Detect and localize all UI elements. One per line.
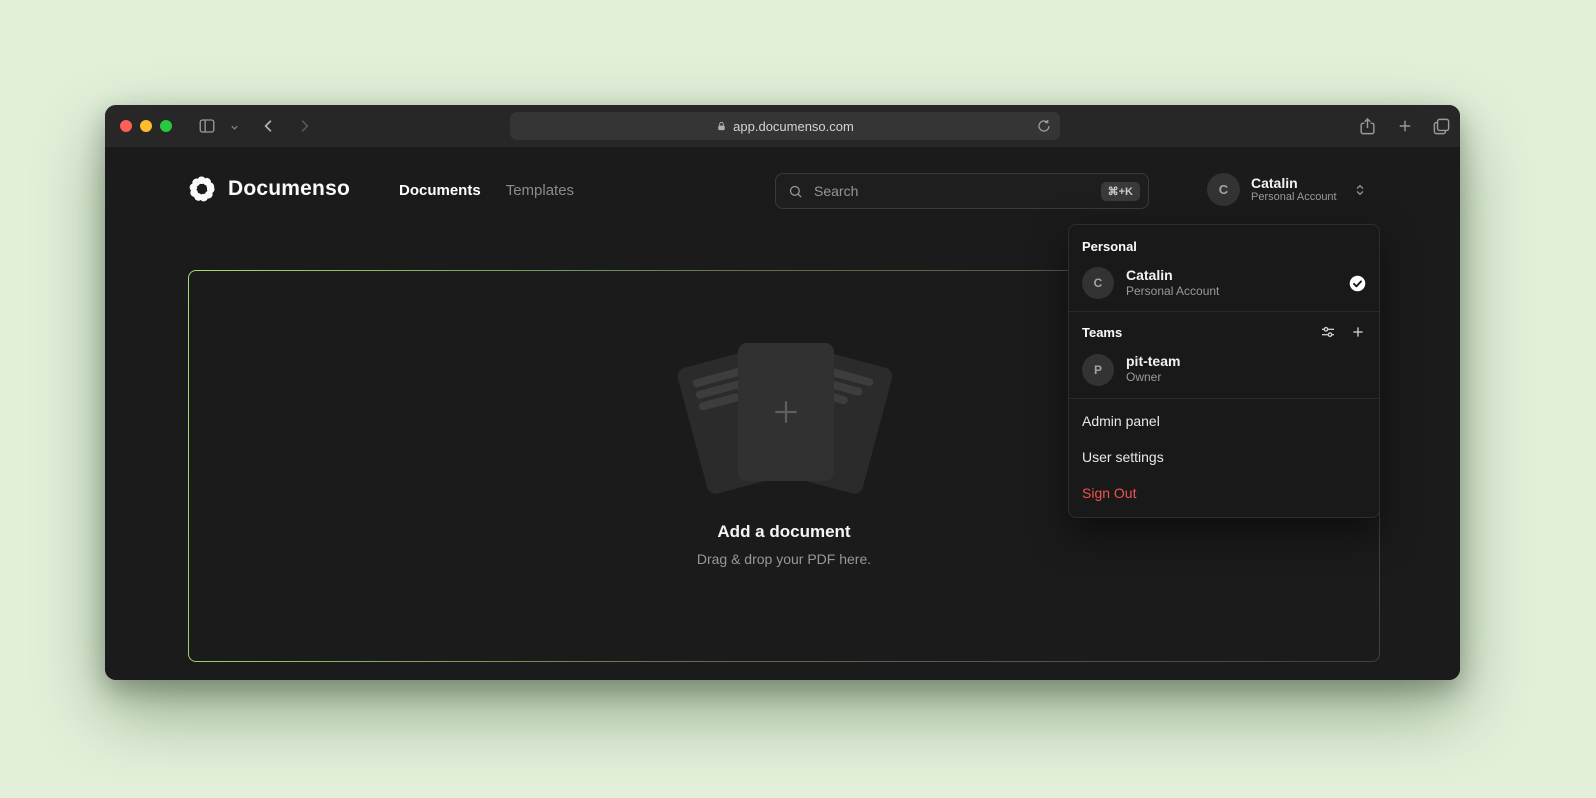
avatar: C <box>1207 173 1240 206</box>
personal-account-type: Personal Account <box>1126 284 1349 300</box>
menu-divider <box>1069 311 1379 312</box>
add-document-plus-icon <box>770 396 802 428</box>
search-icon <box>788 184 803 199</box>
address-url: app.documenso.com <box>733 119 854 134</box>
account-name: Catalin <box>1251 175 1337 191</box>
team-text: pit-team Owner <box>1126 353 1366 385</box>
back-icon[interactable] <box>260 117 278 135</box>
browser-titlebar: app.documenso.com <box>105 105 1460 148</box>
personal-account-name: Catalin <box>1126 267 1349 284</box>
document-card-center <box>738 343 834 481</box>
menu-item-user-settings[interactable]: User settings <box>1069 439 1379 475</box>
lock-icon <box>716 121 727 132</box>
refresh-icon[interactable] <box>1036 118 1052 134</box>
new-tab-icon[interactable] <box>1395 116 1415 136</box>
browser-window: app.documenso.com <box>105 105 1460 680</box>
team-item[interactable]: P pit-team Owner <box>1069 347 1379 395</box>
minimize-window-button[interactable] <box>140 120 152 132</box>
dropzone-title: Add a document <box>189 522 1379 542</box>
app-content: Documenso Documents Templates ⌘+K C Cata… <box>105 147 1460 680</box>
dropzone-subtitle: Drag & drop your PDF here. <box>189 551 1379 567</box>
brand-logo[interactable]: Documenso <box>187 174 350 204</box>
menu-item-admin-panel[interactable]: Admin panel <box>1069 403 1379 439</box>
forward-icon[interactable] <box>295 117 313 135</box>
avatar: P <box>1082 354 1114 386</box>
zoom-window-button[interactable] <box>160 120 172 132</box>
nav-templates[interactable]: Templates <box>506 182 574 199</box>
documents-stack-illustration <box>685 330 885 525</box>
search-shortcut-badge: ⌘+K <box>1101 182 1140 201</box>
brand-name: Documenso <box>228 177 350 201</box>
add-team-icon[interactable] <box>1350 324 1366 340</box>
account-type: Personal Account <box>1251 191 1337 205</box>
teams-section-label: Teams <box>1069 316 1379 347</box>
avatar: C <box>1082 267 1114 299</box>
team-name: pit-team <box>1126 353 1366 370</box>
documenso-logo-icon <box>187 174 217 204</box>
selected-check-icon <box>1349 275 1366 292</box>
sidebar-toggle-icon[interactable] <box>197 117 217 135</box>
main-nav: Documents Templates <box>399 182 574 199</box>
personal-account-item[interactable]: C Catalin Personal Account <box>1069 261 1379 309</box>
close-window-button[interactable] <box>120 120 132 132</box>
account-text: Catalin Personal Account <box>1251 175 1337 205</box>
team-role: Owner <box>1126 370 1366 386</box>
menu-item-sign-out[interactable]: Sign Out <box>1069 475 1379 511</box>
menu-divider <box>1069 398 1379 399</box>
chevron-down-icon[interactable] <box>229 122 240 133</box>
account-dropdown-menu: Personal C Catalin Personal Account Team… <box>1068 224 1380 518</box>
chevron-up-down-icon <box>1353 183 1367 197</box>
search-bar[interactable]: ⌘+K <box>775 173 1149 209</box>
address-bar[interactable]: app.documenso.com <box>510 112 1060 140</box>
nav-documents[interactable]: Documents <box>399 182 481 199</box>
manage-teams-icon[interactable] <box>1320 324 1336 340</box>
search-input[interactable] <box>812 182 1092 200</box>
account-menu-trigger[interactable]: C Catalin Personal Account <box>1207 173 1367 206</box>
teams-label-text: Teams <box>1082 325 1122 340</box>
share-icon[interactable] <box>1357 116 1377 136</box>
personal-account-text: Catalin Personal Account <box>1126 267 1349 299</box>
personal-section-label: Personal <box>1069 231 1379 261</box>
tab-overview-icon[interactable] <box>1431 116 1451 136</box>
